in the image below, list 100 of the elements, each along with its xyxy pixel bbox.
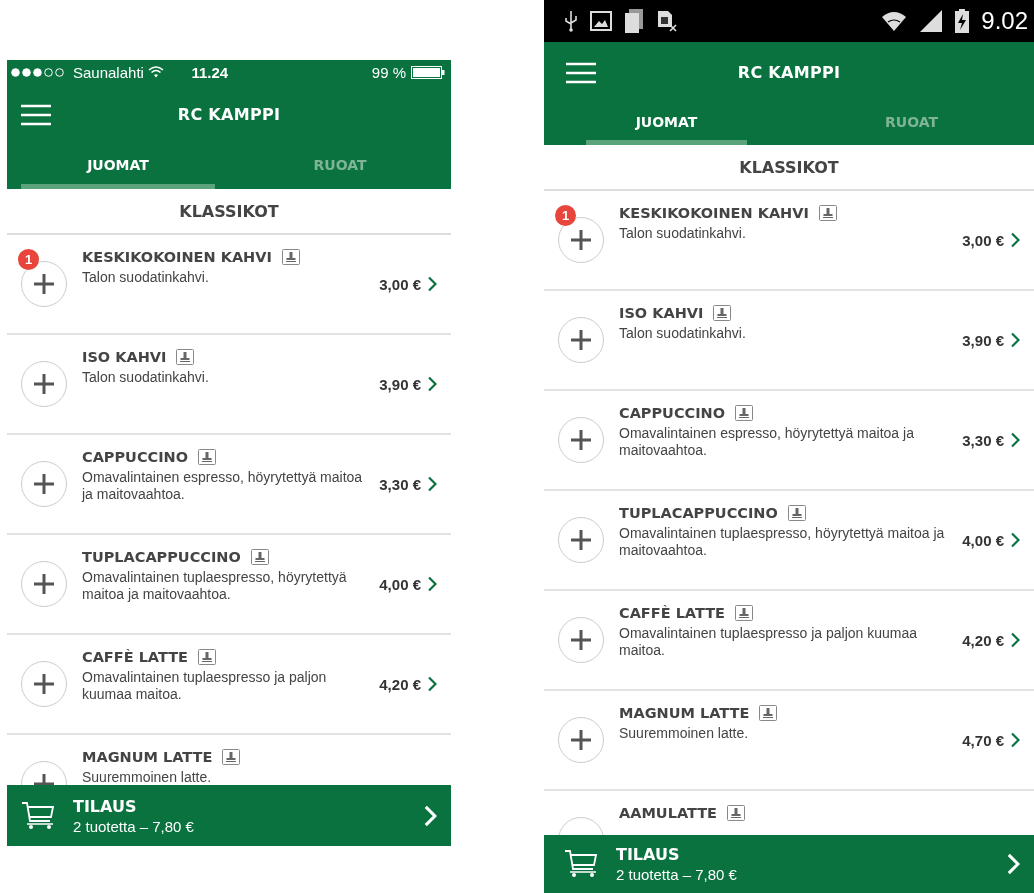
item-name: AAMULATTE bbox=[619, 805, 717, 821]
order-bar[interactable]: TILAUS 2 tuotetta – 7,80 € bbox=[544, 835, 1034, 893]
item-name: KESKIKOKOINEN KAHVI bbox=[619, 205, 809, 221]
item-price: 4,70 € bbox=[962, 731, 1004, 749]
item-description: Talon suodatinkahvi. bbox=[82, 269, 210, 286]
plus-icon bbox=[570, 329, 592, 351]
cards-icon bbox=[624, 9, 644, 33]
add-button[interactable] bbox=[21, 661, 67, 707]
chevron-icon bbox=[427, 276, 437, 292]
item-price: 3,30 € bbox=[962, 431, 1004, 449]
menu-item-row[interactable]: 1 KESKIKOKOINEN KAHVI Talon suodatinkahvi. 3,00 € bbox=[544, 191, 1034, 291]
stamp-icon bbox=[198, 649, 216, 665]
item-name: CAFFÈ LATTE bbox=[82, 649, 188, 665]
carrier-name: Saunalahti bbox=[73, 63, 144, 81]
item-description: Omavalintainen tuplaespresso, höyrytettyä maitoa ja maitovaahtoa. bbox=[619, 525, 946, 559]
menu-item-row[interactable]: CAFFÈ LATTE Omavalintainen tuplaespresso ja paljon kuumaa maitoa. 4,20 € bbox=[7, 635, 451, 735]
menu-item-row[interactable]: ISO KAHVI Talon suodatinkahvi. 3,90 € bbox=[544, 291, 1034, 391]
item-description: Suuremmoinen latte. bbox=[619, 725, 750, 742]
plus-icon bbox=[570, 629, 592, 651]
menu-icon[interactable] bbox=[566, 61, 596, 84]
add-button[interactable] bbox=[558, 517, 604, 563]
item-name: CAFFÈ LATTE bbox=[619, 605, 725, 621]
item-price: 3,30 € bbox=[379, 475, 421, 493]
usb-icon bbox=[564, 10, 578, 32]
plus-icon bbox=[570, 229, 592, 251]
menu-item-row[interactable]: TUPLACAPPUCCINO Omavalintainen tuplaespresso, höyrytettyä maitoa ja maitovaahtoa. 4,00 € bbox=[544, 491, 1034, 591]
stamp-icon bbox=[222, 749, 241, 765]
item-price: 3,00 € bbox=[962, 231, 1004, 249]
stamp-icon bbox=[727, 805, 745, 821]
wifi-icon bbox=[147, 66, 164, 78]
plus-icon bbox=[33, 573, 55, 595]
item-description: Omavalintainen tuplaespresso, höyrytettyä maitoa ja maitovaahtoa. bbox=[82, 569, 348, 603]
clock-time: 11.24 bbox=[191, 63, 230, 81]
item-description: Omavalintainen tuplaespresso ja paljon kuumaa maitoa. bbox=[82, 669, 328, 703]
plus-icon bbox=[33, 673, 55, 695]
stamp-icon bbox=[250, 549, 269, 565]
order-summary: 2 tuotetta – 7,80 € bbox=[73, 817, 195, 835]
image-icon bbox=[590, 11, 612, 31]
order-title: TILAUS bbox=[616, 845, 681, 864]
item-name: KESKIKOKOINEN KAHVI bbox=[82, 249, 272, 265]
item-price: 3,90 € bbox=[962, 331, 1004, 349]
item-price: 3,00 € bbox=[379, 275, 421, 293]
chevron-icon bbox=[1010, 532, 1020, 548]
add-button[interactable] bbox=[21, 361, 67, 407]
stamp-icon bbox=[176, 349, 195, 365]
battery-icon bbox=[955, 9, 970, 33]
stamp-icon bbox=[735, 405, 754, 421]
plus-icon bbox=[33, 373, 55, 395]
stamp-icon bbox=[281, 249, 300, 265]
add-button[interactable] bbox=[558, 317, 604, 363]
item-name: ISO KAHVI bbox=[82, 349, 167, 365]
chevron-icon bbox=[1010, 332, 1020, 348]
section-heading: KLASSIKOT bbox=[7, 189, 451, 235]
add-button[interactable] bbox=[21, 561, 67, 607]
menu-item-row[interactable]: CAPPUCCINO Omavalintainen espresso, höyrytettyä maitoa ja maitovaahtoa. 3,30 € bbox=[544, 391, 1034, 491]
item-price: 4,20 € bbox=[962, 631, 1004, 649]
menu-item-row[interactable]: CAPPUCCINO Omavalintainen espresso, höyrytettyä maitoa ja maitovaahtoa. 3,30 € bbox=[7, 435, 451, 535]
chevron-icon bbox=[1010, 432, 1020, 448]
menu-item-row[interactable]: CAFFÈ LATTE Omavalintainen tuplaespresso ja paljon kuumaa maitoa. 4,20 € bbox=[544, 591, 1034, 691]
plus-icon bbox=[33, 273, 55, 295]
order-summary: 2 tuotetta – 7,80 € bbox=[616, 866, 738, 883]
stamp-icon bbox=[759, 705, 778, 721]
chevron-icon bbox=[1010, 632, 1020, 648]
cart-icon bbox=[564, 849, 598, 879]
plus-icon bbox=[570, 429, 592, 451]
item-description: Talon suodatinkahvi. bbox=[619, 225, 747, 242]
menu-item-row[interactable]: ISO KAHVI Talon suodatinkahvi. 3,90 € bbox=[7, 335, 451, 435]
item-description: Talon suodatinkahvi. bbox=[619, 325, 747, 342]
app-title: RC KAMPPI bbox=[737, 63, 841, 82]
item-description: Omavalintainen espresso, höyrytettyä maitoa ja maitovaahtoa. bbox=[619, 425, 915, 459]
signal-icon bbox=[919, 10, 944, 32]
stamp-icon bbox=[735, 605, 753, 621]
item-description: Suuremmoinen latte. bbox=[82, 769, 213, 785]
item-name: ISO KAHVI bbox=[619, 305, 704, 321]
item-name: CAPPUCCINO bbox=[82, 449, 189, 465]
tab[interactable]: JUOMAT bbox=[586, 103, 747, 145]
add-button[interactable] bbox=[558, 417, 604, 463]
stamp-icon bbox=[198, 449, 217, 465]
chevron-icon bbox=[427, 576, 437, 592]
menu-item-row[interactable]: MAGNUM LATTE Suuremmoinen latte. 4,70 € bbox=[544, 691, 1034, 791]
item-name: TUPLACAPPUCCINO bbox=[82, 549, 241, 565]
order-bar[interactable]: TILAUS 2 tuotetta – 7,80 € bbox=[7, 785, 451, 846]
tab[interactable]: JUOMAT bbox=[21, 145, 215, 189]
app-title: RC KAMPPI bbox=[177, 105, 281, 124]
item-description: Talon suodatinkahvi. bbox=[82, 369, 210, 386]
section-heading: KLASSIKOT bbox=[544, 145, 1034, 191]
menu-icon[interactable] bbox=[21, 103, 51, 126]
stamp-icon bbox=[818, 205, 837, 221]
plus-icon bbox=[570, 529, 592, 551]
add-button[interactable] bbox=[558, 617, 604, 663]
order-title: TILAUS bbox=[73, 796, 138, 816]
battery-percent: 99 % bbox=[371, 63, 406, 81]
menu-item-row[interactable]: 1 KESKIKOKOINEN KAHVI Talon suodatinkahvi. 3,00 € bbox=[7, 235, 451, 335]
battery-icon bbox=[411, 65, 445, 79]
add-button[interactable] bbox=[21, 461, 67, 507]
wifi-icon bbox=[881, 9, 908, 33]
add-button[interactable] bbox=[558, 717, 604, 763]
clock-time: 9.02 bbox=[981, 7, 1028, 35]
menu-item-row[interactable]: TUPLACAPPUCCINO Omavalintainen tuplaespresso, höyrytettyä maitoa ja maitovaahtoa. 4,00 € bbox=[7, 535, 451, 635]
stamp-icon bbox=[787, 505, 806, 521]
